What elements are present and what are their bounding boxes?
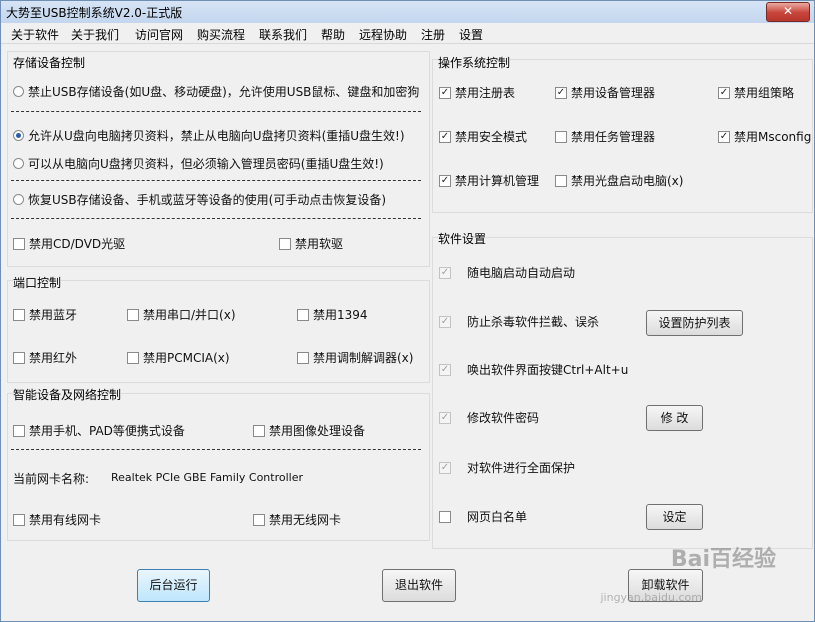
checkbox-disable-computer-management[interactable]: ✓ 禁用计算机管理 [439,172,539,189]
checkbox-disable-serial-parallel[interactable]: 禁用串口/并口(x) [127,306,236,323]
checkbox[interactable] [127,308,139,321]
checkbox-checked-disabled[interactable]: ✓ [439,461,451,474]
checkbox-disable-msconfig[interactable]: ✓ 禁用Msconfig [718,128,811,145]
checkbox-disable-wireless-nic[interactable]: 禁用无线网卡 [253,511,341,528]
checkbox[interactable] [13,513,25,526]
menu-purchase[interactable]: 购买流程 [197,26,245,43]
storage-option-readonly[interactable]: 允许从U盘向电脑拷贝资料，禁止从电脑向U盘拷贝资料(重插U盘生效!) [13,127,405,144]
checkbox[interactable] [253,424,265,437]
checkbox-checked-disabled[interactable]: ✓ [439,411,451,424]
checkbox-disable-pcmcia[interactable]: 禁用PCMCIA(x) [127,349,230,366]
checkbox-disable-bluetooth[interactable]: 禁用蓝牙 [13,306,77,323]
checkbox-checked-disabled[interactable]: ✓ [439,363,451,376]
checkbox-disable-registry[interactable]: ✓ 禁用注册表 [439,84,515,101]
checkbox-disable-modem[interactable]: 禁用调制解调器(x) [297,349,413,366]
run-background-button[interactable]: 后台运行 [137,569,210,602]
checkbox[interactable] [253,513,265,526]
checkbox-web-whitelist[interactable]: 网页白名单 [439,508,527,525]
radio-button[interactable] [13,158,24,169]
checkbox-autostart[interactable]: ✓ 随电脑启动自动启动 [439,264,575,281]
radio-button[interactable] [13,194,24,205]
checkbox[interactable] [555,174,567,187]
radio-button-selected[interactable] [13,130,24,141]
checkbox-checked[interactable]: ✓ [439,174,451,187]
radio-button[interactable] [13,86,24,97]
checkbox-disable-cd-boot[interactable]: 禁用光盘启动电脑(x) [555,172,683,189]
checkbox-disable-1394[interactable]: 禁用1394 [297,306,368,323]
checkbox-checked-disabled[interactable]: ✓ [439,266,451,279]
software-settings-group [432,237,813,549]
watermark-logo: Bai百经验 [670,547,776,572]
menu-help[interactable]: 帮助 [321,26,345,43]
separator [11,218,421,219]
storage-option-password[interactable]: 可以从电脑向U盘拷贝资料，但必须输入管理员密码(重插U盘生效!) [13,155,384,172]
checkbox[interactable] [13,351,25,364]
checkbox-checked[interactable]: ✓ [555,86,567,99]
nic-name-value: Realtek PCIe GBE Family Controller [111,471,304,484]
checkbox-checked[interactable]: ✓ [439,86,451,99]
checkbox[interactable] [297,351,309,364]
checkbox-hotkey[interactable]: ✓ 唤出软件界面按键Ctrl+Alt+u [439,361,628,378]
storage-option-restore[interactable]: 恢复USB存储设备、手机或蓝牙等设备的使用(可手动点击恢复设备) [13,191,386,208]
checkbox-change-password[interactable]: ✓ 修改软件密码 [439,409,539,426]
checkbox-disable-floppy[interactable]: 禁用软驱 [279,235,343,252]
menu-contact[interactable]: 联系我们 [259,26,307,43]
menu-official-site[interactable]: 访问官网 [135,26,183,43]
storage-group-title: 存储设备控制 [13,54,86,71]
close-icon[interactable]: ✕ [766,2,810,22]
checkbox-disable-portable-devices[interactable]: 禁用手机、PAD等便携式设备 [13,422,185,439]
checkbox-checked[interactable]: ✓ [718,130,730,143]
storage-option-block-usb[interactable]: 禁止USB存储设备(如U盘、移动硬盘)，允许使用USB鼠标、键盘和加密狗 [13,83,419,100]
checkbox[interactable] [13,237,25,250]
checkbox-disable-safe-mode[interactable]: ✓ 禁用安全模式 [439,128,527,145]
menu-register[interactable]: 注册 [421,26,445,43]
checkbox-full-protection[interactable]: ✓ 对软件进行全面保护 [439,459,575,476]
menu-settings[interactable]: 设置 [459,26,483,43]
checkbox-disable-group-policy[interactable]: ✓ 禁用组策略 [718,84,794,101]
separator [11,111,421,112]
checkbox[interactable] [297,308,309,321]
checkbox[interactable] [439,510,451,523]
checkbox-disable-task-manager[interactable]: 禁用任务管理器 [555,128,655,145]
nic-name-label: 当前网卡名称: [13,472,90,486]
checkbox[interactable] [13,308,25,321]
title-bar[interactable]: 大势至USB控制系统V2.0-正式版 ✕ [1,1,814,23]
separator [11,180,421,181]
exit-software-button[interactable]: 退出软件 [382,569,456,602]
menu-about-software[interactable]: 关于软件 [11,26,59,43]
modify-password-button[interactable]: 修 改 [646,405,703,431]
window-title: 大势至USB控制系统V2.0-正式版 [6,6,183,20]
software-settings-group-title: 软件设置 [438,230,487,247]
checkbox-disable-infrared[interactable]: 禁用红外 [13,349,77,366]
checkbox-checked[interactable]: ✓ [718,86,730,99]
port-group [7,280,430,383]
checkbox[interactable] [13,424,25,437]
checkbox-disable-cd[interactable]: 禁用CD/DVD光驱 [13,235,125,252]
checkbox-antivirus-protect[interactable]: ✓ 防止杀毒软件拦截、误杀 [439,313,599,330]
checkbox[interactable] [555,130,567,143]
checkbox-checked-disabled[interactable]: ✓ [439,315,451,328]
checkbox-disable-wired-nic[interactable]: 禁用有线网卡 [13,511,101,528]
checkbox-checked[interactable]: ✓ [439,130,451,143]
menu-remote-assist[interactable]: 远程协助 [359,26,407,43]
checkbox-disable-imaging-devices[interactable]: 禁用图像处理设备 [253,422,365,439]
checkbox[interactable] [279,237,291,250]
watermark-url: jingyan.baidu.com [600,591,702,604]
smart-network-group-title: 智能设备及网络控制 [13,386,122,403]
app-window: 大势至USB控制系统V2.0-正式版 ✕ 关于软件 关于我们 访问官网 购买流程… [0,0,815,622]
port-group-title: 端口控制 [13,274,62,291]
separator [11,449,421,450]
menu-bar: 关于软件 关于我们 访问官网 购买流程 联系我们 帮助 远程协助 注册 设置 [1,23,814,44]
os-control-group-title: 操作系统控制 [438,54,511,71]
checkbox-disable-device-manager[interactable]: ✓ 禁用设备管理器 [555,84,655,101]
whitelist-set-button[interactable]: 设定 [646,504,703,530]
set-protection-list-button[interactable]: 设置防护列表 [646,310,743,336]
checkbox[interactable] [127,351,139,364]
menu-about-us[interactable]: 关于我们 [71,26,119,43]
